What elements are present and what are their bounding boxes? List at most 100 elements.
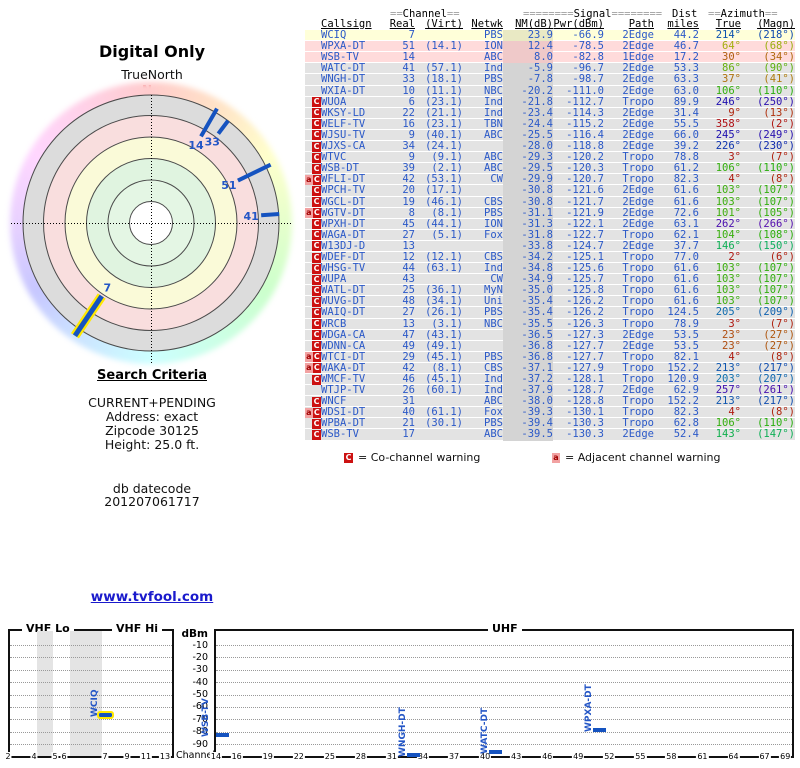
dbm-tick-label: -40 bbox=[192, 676, 208, 688]
gridline bbox=[216, 682, 792, 684]
gridline bbox=[10, 657, 172, 659]
co-channel-warning-icon: C bbox=[312, 307, 321, 318]
db-datecode-value: 201207061717 bbox=[104, 494, 200, 509]
cell-magnetic-azimuth: (147°) bbox=[757, 428, 795, 441]
cell-true-azimuth: 3° bbox=[728, 317, 741, 330]
table-body: WCIQ 7 PBS 23.9 -66.9 2Edge 44.2 214° (218°) WPXA… bbox=[305, 30, 795, 441]
cell-network: NBC bbox=[484, 317, 503, 330]
cell-magnetic-azimuth: (7°) bbox=[769, 317, 795, 330]
cell-power: -98.7 bbox=[572, 73, 604, 86]
cell-miles: 61.6 bbox=[673, 195, 699, 208]
cell-magnetic-azimuth: (110°) bbox=[757, 84, 795, 97]
channel-tick-label: 6 bbox=[60, 752, 68, 761]
cell-power: -126.3 bbox=[566, 317, 604, 330]
table-row: C WSB-TV 17 ABC -39.5 -130.3 2Edge 52.4 143° (147… bbox=[305, 428, 795, 441]
cell-power: -121.7 bbox=[566, 195, 604, 208]
cell-callsign: WGCL-DT bbox=[321, 195, 366, 208]
channel-tick-label: 69 bbox=[779, 752, 792, 761]
station-label: WNGH-DT bbox=[397, 707, 408, 757]
dbm-tick-label: -90 bbox=[192, 738, 208, 750]
channel-tick-label: 64 bbox=[727, 752, 740, 761]
channel-tick-label: 25 bbox=[323, 752, 336, 761]
gridline bbox=[10, 731, 172, 733]
station-label: WSB-TV bbox=[201, 698, 211, 738]
cell-path: 2Edge bbox=[622, 84, 654, 97]
dbm-tick-label: -30 bbox=[192, 664, 208, 676]
gridline bbox=[10, 744, 172, 745]
channel-tick-label: 9 bbox=[123, 752, 131, 761]
adjacent-channel-legend: a = Adjacent channel warning bbox=[552, 451, 721, 464]
cell-network bbox=[463, 185, 503, 196]
cell-callsign: WRCB bbox=[321, 317, 347, 330]
channel-tick-label: 19 bbox=[261, 752, 274, 761]
channel-tick-label: 11 bbox=[139, 752, 153, 761]
cell-magnetic-azimuth: (41°) bbox=[763, 73, 795, 86]
cell-noise-margin: -35.4 bbox=[503, 307, 553, 319]
gridline bbox=[10, 682, 172, 684]
co-channel-warning-icon: C bbox=[312, 330, 321, 341]
co-channel-warning-icon: C bbox=[312, 352, 321, 363]
table-row: C WRCB 13 (3.1) NBC -35.5 -126.3 Tropo 78.9 3° (7°… bbox=[305, 317, 795, 330]
channel-tick-label: 31 bbox=[385, 752, 399, 761]
cell-real-channel: 17 bbox=[402, 428, 415, 441]
channel-tick-label: 43 bbox=[510, 752, 523, 761]
cell-callsign: WAIQ-DT bbox=[321, 306, 366, 319]
cell-virtual-channel: (5.1) bbox=[431, 228, 463, 241]
cell-callsign: WPCH-TV bbox=[321, 184, 366, 197]
cell-magnetic-azimuth: (107°) bbox=[757, 184, 795, 197]
radar-channel-label: 33 bbox=[205, 136, 220, 149]
dbm-tick-label: -20 bbox=[192, 651, 208, 663]
co-channel-warning-icon: C bbox=[312, 319, 321, 330]
co-channel-warning-icon: C bbox=[312, 252, 321, 263]
channel-tick-label: 55 bbox=[634, 752, 647, 761]
cell-noise-margin: -20.2 bbox=[503, 85, 553, 97]
station-marker bbox=[489, 750, 503, 755]
co-channel-warning-icon: C bbox=[312, 197, 321, 208]
cell-network: CBS bbox=[484, 195, 503, 208]
cell-callsign: WSB-TV bbox=[321, 428, 359, 441]
adjacent-channel-legend-text: = Adjacent channel warning bbox=[565, 451, 721, 464]
radar-center-circle bbox=[129, 201, 173, 245]
tvfool-report-page: { "radar": { "title": "Digital Only", "n… bbox=[0, 0, 800, 768]
co-channel-legend-text: = Co-channel warning bbox=[358, 451, 481, 464]
band-label-vhf-hi: VHF Hi bbox=[112, 622, 163, 635]
co-channel-warning-icon: C bbox=[312, 152, 321, 163]
tvfool-link[interactable]: www.tvfool.com bbox=[0, 589, 304, 605]
station-marker bbox=[406, 752, 420, 757]
channel-tick-label: 49 bbox=[572, 752, 585, 761]
cell-network: ABC bbox=[484, 428, 503, 441]
channel-tick-label: 46 bbox=[541, 752, 554, 761]
co-channel-warning-icon: C bbox=[312, 130, 321, 141]
gridline bbox=[10, 669, 172, 671]
table-row: C WGCL-DT 19 (46.1) CBS -30.8 -121.7 2Edge 61.6 1… bbox=[305, 195, 795, 208]
table-row: WXIA-DT 10 (11.1) NBC -20.2 -111.0 2Edge 63.0 10… bbox=[305, 84, 795, 97]
gridline bbox=[216, 645, 792, 646]
co-channel-warning-icon: C bbox=[312, 119, 321, 130]
co-channel-warning-icon: C bbox=[312, 296, 321, 307]
station-marker bbox=[216, 733, 229, 738]
cell-miles: 63.0 bbox=[673, 84, 699, 97]
channel-tick-label: 28 bbox=[354, 752, 367, 761]
cell-virtual-channel: (14.1) bbox=[425, 40, 463, 53]
cell-network: Fox bbox=[484, 228, 503, 241]
co-channel-warning-icon: C bbox=[312, 185, 321, 196]
gridline bbox=[216, 719, 792, 721]
adjacent-channel-warning-icon: a bbox=[305, 352, 313, 363]
search-criteria-line: Zipcode 30125 bbox=[105, 423, 199, 438]
cell-real-channel: 19 bbox=[402, 195, 415, 208]
co-channel-warning-icon: C bbox=[312, 274, 321, 285]
co-channel-warning-icon: C bbox=[312, 363, 321, 374]
cell-real-channel: 10 bbox=[402, 84, 415, 97]
cell-virtual-channel: (11.1) bbox=[425, 84, 463, 97]
adjacent-channel-warning-icon: a bbox=[305, 208, 313, 219]
cell-network: PBS bbox=[484, 306, 503, 319]
cell-miles: 78.9 bbox=[673, 317, 699, 330]
cell-network: PBS bbox=[484, 73, 503, 86]
dbm-axis-title: dBm bbox=[181, 628, 208, 640]
cell-power: -126.2 bbox=[566, 306, 604, 319]
cell-network: NBC bbox=[484, 84, 503, 97]
cell-true-azimuth: 205° bbox=[715, 306, 741, 319]
cell-noise-margin: -30.8 bbox=[503, 196, 553, 208]
cell-network bbox=[463, 330, 503, 341]
search-criteria-heading: Search Criteria bbox=[97, 368, 207, 383]
